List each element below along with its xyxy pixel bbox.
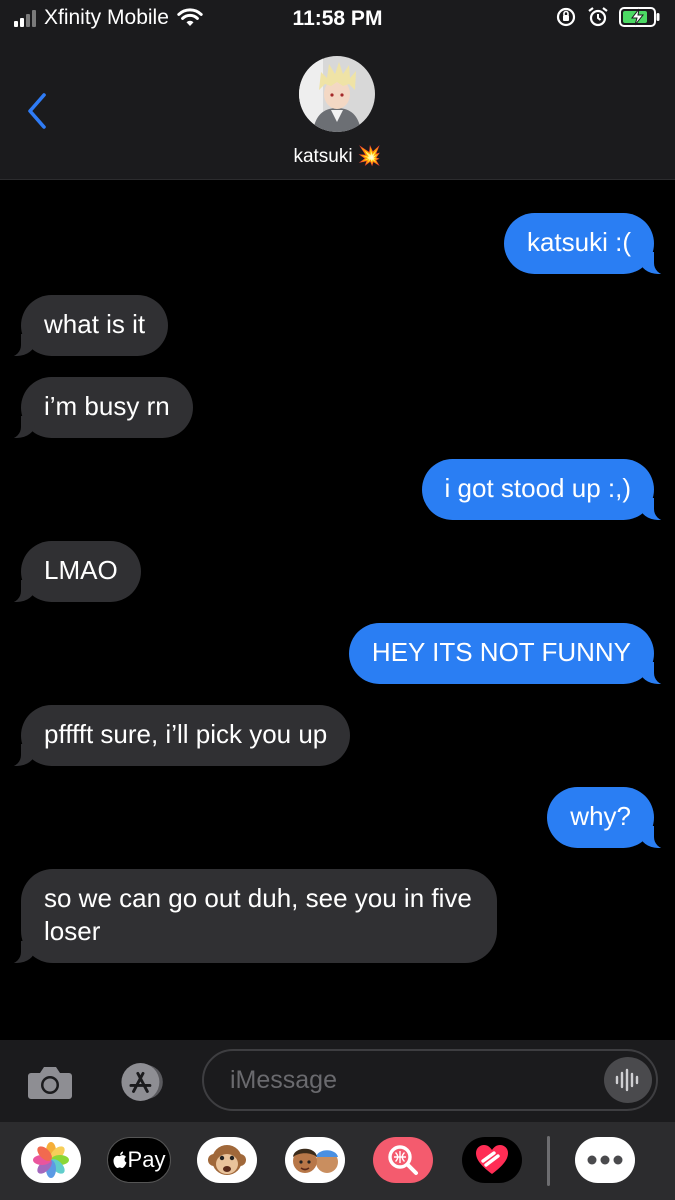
digital-touch-app-button[interactable] — [462, 1137, 522, 1183]
message-text: so we can go out duh, see you in five lo… — [44, 883, 472, 946]
compose-bar: iMessage — [0, 1040, 675, 1122]
alarm-icon — [588, 7, 608, 27]
drawer-divider — [547, 1136, 550, 1186]
app-store-button[interactable] — [118, 1060, 168, 1104]
incoming-message[interactable]: i’m busy rn — [5, 377, 193, 439]
animoji-icon — [208, 1145, 246, 1175]
more-icon — [587, 1155, 623, 1165]
outgoing-message[interactable]: HEY ITS NOT FUNNY — [348, 623, 671, 685]
message-text: why? — [570, 801, 631, 831]
images-search-app-button[interactable] — [373, 1137, 433, 1183]
camera-icon — [28, 1067, 72, 1099]
battery-charging-icon — [619, 7, 660, 27]
outgoing-message[interactable]: why? — [547, 787, 670, 849]
more-apps-button[interactable] — [575, 1137, 635, 1183]
outgoing-message[interactable]: i got stood up :,) — [421, 459, 671, 521]
status-bar: Xfinity Mobile 11:58 PM — [0, 0, 675, 40]
photos-app-button[interactable] — [21, 1137, 81, 1183]
incoming-message[interactable]: what is it — [4, 295, 169, 357]
conversation-header: katsuki 💥 — [0, 40, 675, 180]
digital-touch-icon — [476, 1145, 508, 1174]
camera-button[interactable] — [25, 1060, 75, 1104]
status-right — [555, 6, 661, 28]
message-text: what is it — [44, 309, 146, 339]
incoming-message[interactable]: LMAO — [5, 541, 141, 603]
incoming-message[interactable]: pfffft sure, i’ll pick you up — [4, 705, 351, 767]
memoji-icon — [293, 1148, 338, 1173]
message-text: pfffft sure, i’ll pick you up — [44, 719, 328, 749]
waveform-icon — [615, 1068, 639, 1092]
message-text: LMAO — [44, 555, 118, 585]
app-drawer: Pay — [0, 1122, 675, 1200]
contact-avatar[interactable] — [299, 56, 375, 132]
message-input[interactable]: iMessage — [202, 1049, 658, 1111]
avatar-image — [299, 56, 375, 132]
message-input-placeholder: iMessage — [230, 1066, 337, 1094]
apple-pay-button[interactable]: Pay — [107, 1137, 171, 1183]
chevron-left-icon — [28, 93, 46, 129]
message-text: i’m busy rn — [44, 391, 170, 421]
animoji-app-button[interactable] — [197, 1137, 257, 1183]
contact-name[interactable]: katsuki 💥 — [0, 144, 675, 168]
message-text: i got stood up :,) — [444, 473, 631, 503]
photos-icon — [33, 1142, 69, 1178]
apple-logo-icon — [113, 1151, 127, 1168]
app-store-icon — [121, 1063, 163, 1101]
message-text: HEY ITS NOT FUNNY — [371, 637, 631, 667]
back-button[interactable] — [26, 92, 48, 135]
orientation-lock-icon — [556, 7, 576, 27]
incoming-message[interactable]: so we can go out duh, see you in five lo… — [5, 869, 497, 964]
outgoing-message[interactable]: katsuki :( — [503, 213, 671, 275]
memoji-app-button[interactable] — [285, 1137, 345, 1183]
apple-pay-label: Pay — [127, 1147, 166, 1172]
images-search-icon — [388, 1145, 418, 1175]
audio-message-button[interactable] — [604, 1057, 652, 1103]
message-text: katsuki :( — [526, 227, 631, 257]
